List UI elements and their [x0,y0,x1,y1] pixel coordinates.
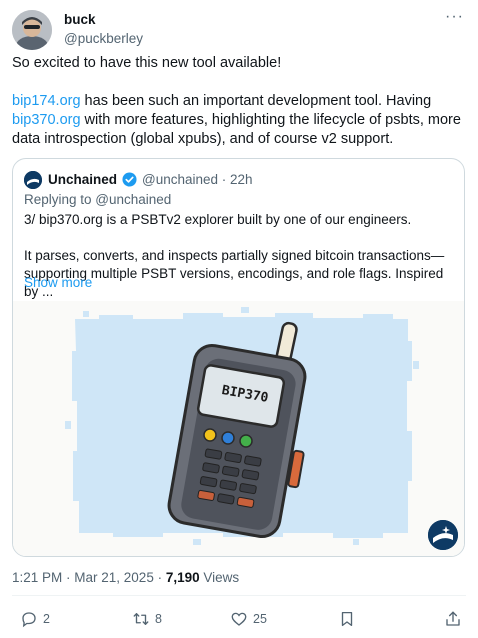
author-handle[interactable]: @puckberley [64,31,143,46]
quoted-handle-time: @unchained · 22h [142,172,253,187]
avatar[interactable] [12,10,52,50]
like-button[interactable]: 25 [230,608,267,630]
unchained-logo-icon[interactable] [24,171,42,189]
quoted-paragraph-2: It parses, converts, and inspects partia… [24,248,445,299]
author-name[interactable]: buck [64,12,96,27]
quoted-paragraph-1: 3/ bip370.org is a PSBTv2 explorer built… [24,212,412,227]
like-count: 25 [253,612,267,626]
action-bar: 2 8 25 [12,604,466,634]
heart-icon [231,612,247,626]
tweet-header: buck @puckberley ··· [12,8,466,52]
views-count: 7,190 [165,570,200,585]
more-options-icon[interactable]: ··· [445,8,464,26]
share-button[interactable] [444,608,462,630]
unchained-badge-icon [428,520,458,550]
bookmark-button[interactable] [338,608,356,630]
link-bip174[interactable]: bip174.org [12,93,81,109]
reply-count: 2 [43,612,50,626]
repost-count: 8 [155,612,162,626]
tweet-text-2a: has been such an important development t… [80,93,432,109]
link-bip370[interactable]: bip370.org [12,112,81,128]
quoted-tweet[interactable]: Unchained @unchained · 22h Replying to @… [12,158,465,557]
repost-button[interactable]: 8 [132,608,162,630]
bookmark-icon [341,611,353,627]
device-illustration [65,307,419,545]
reply-button[interactable]: 2 [20,608,50,630]
quoted-author-name[interactable]: Unchained [48,172,117,187]
tweet-line-1: So excited to have this new tool availab… [12,55,282,71]
tweet-meta: 1:21 PM · Mar 21, 2025 · 7,190 Views [12,570,239,585]
show-more-link[interactable]: Show more [24,275,92,290]
repost-icon [133,613,149,625]
tweet-paragraph-2: bip174.org has been such an important de… [12,92,464,149]
divider [12,595,466,596]
replying-to: Replying to @unchained [24,192,172,207]
share-icon [446,611,460,626]
tweet-timestamp[interactable]: 1:21 PM · Mar 21, 2025 · [12,570,166,585]
reply-icon [22,612,36,628]
quoted-media-image[interactable]: BIP370 [13,301,464,556]
views-label: Views [199,570,240,585]
quoted-tweet-header: Unchained @unchained · 22h [24,170,454,190]
tweet-text: So excited to have this new tool availab… [12,54,464,168]
verified-badge-icon [122,172,137,187]
